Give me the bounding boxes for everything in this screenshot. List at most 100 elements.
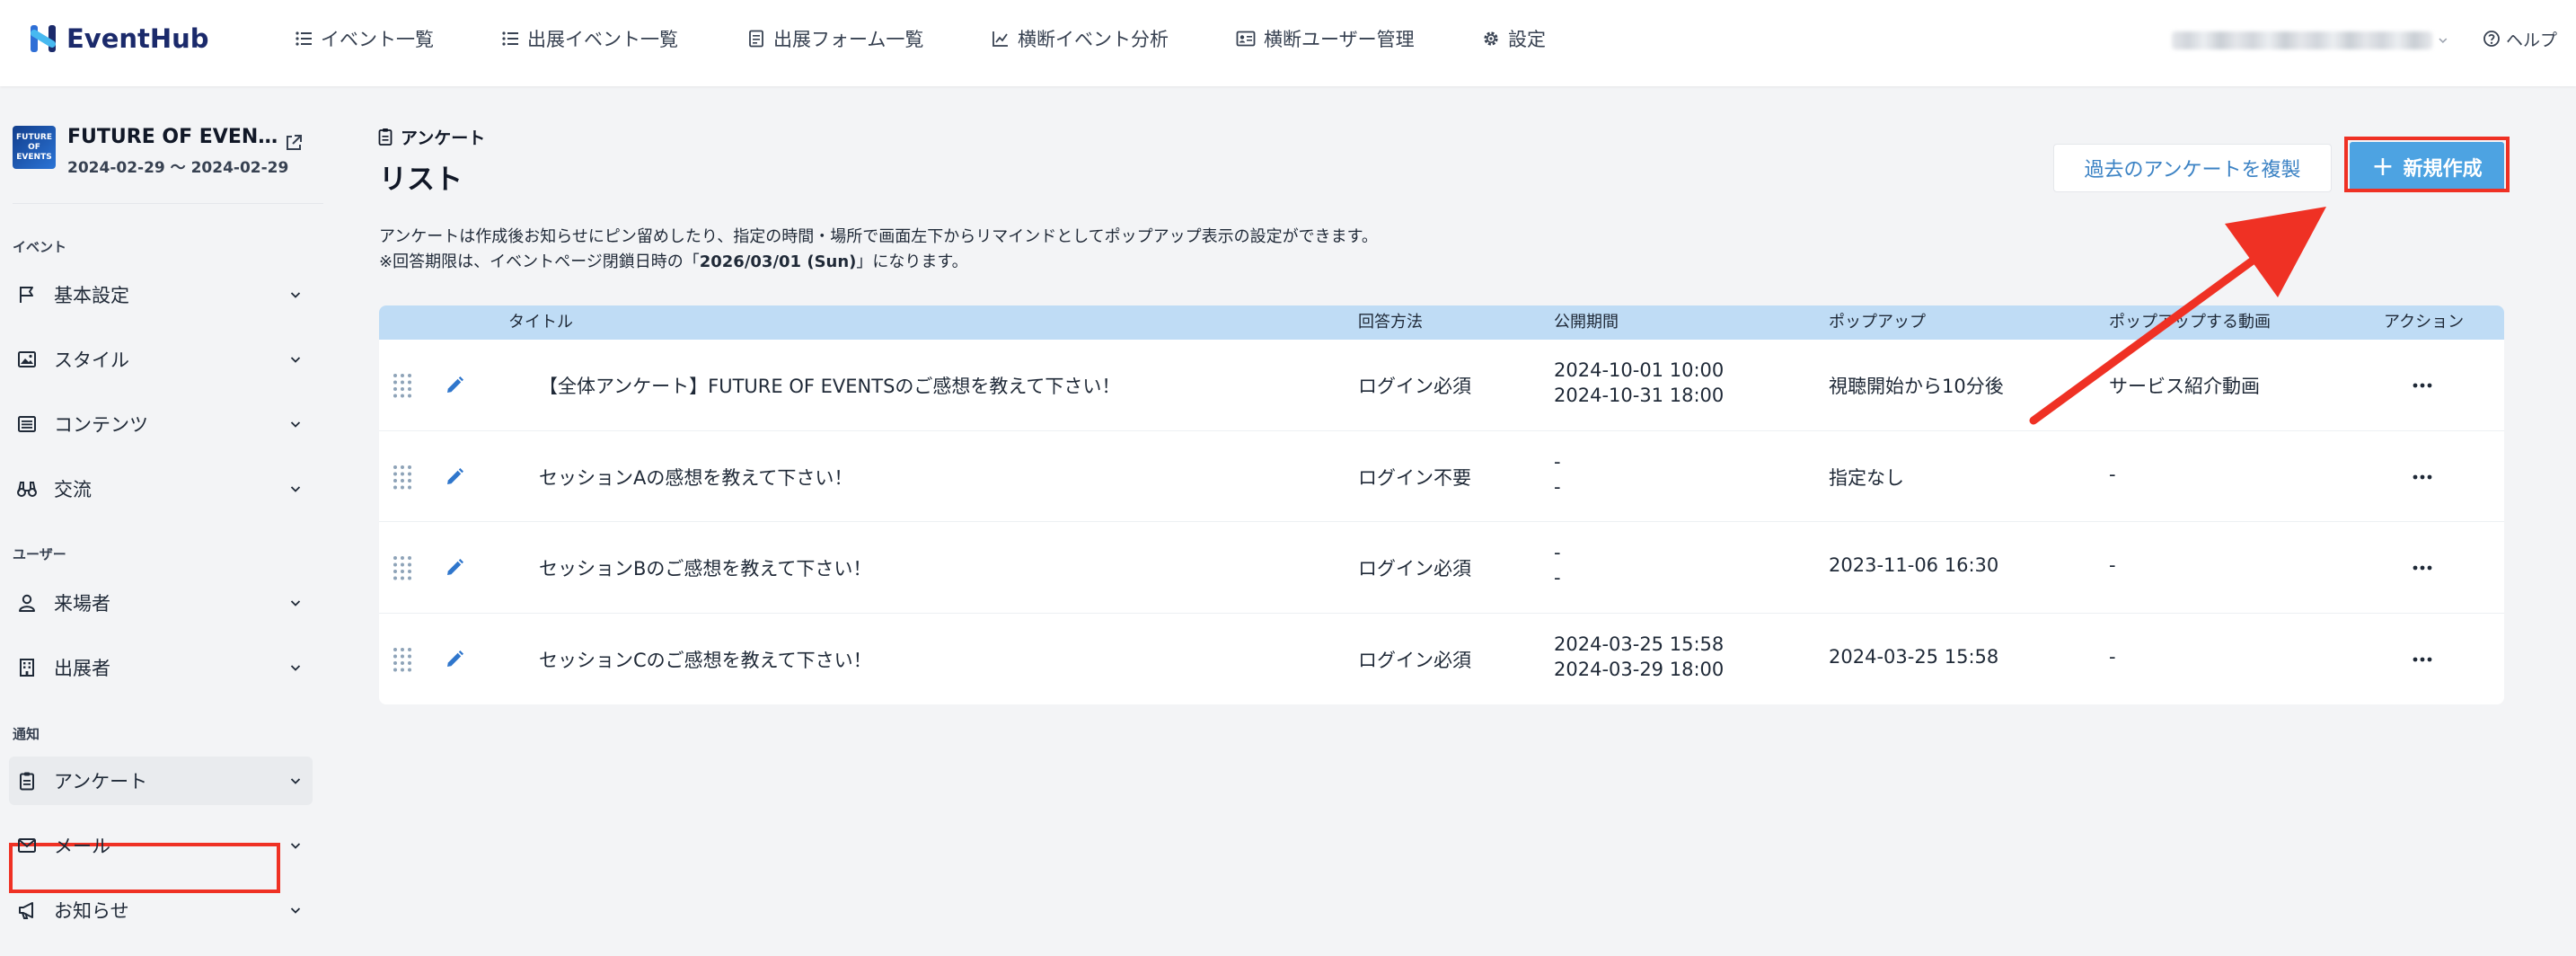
mail-icon [18,838,36,853]
sidebar-item-label: 交流 [54,479,92,500]
sidebar-item-visitors[interactable]: 来場者 [9,579,313,627]
more-actions-icon[interactable] [2413,565,2432,571]
event-thumbnail: FUTURE OF EVENTS [13,126,56,169]
create-new-survey-button[interactable]: + 新規作成 [2350,142,2504,192]
list-icon [296,31,312,46]
sidebar-section-event: イベント [13,239,67,255]
cell-title[interactable]: セッションAの感想を教えて下さい！ [539,464,852,491]
cell-answer-method: ログイン必須 [1358,558,1471,580]
description-line-2: ※回答期限は、イベントページ閉鎖日時の「2026/03/01 (Sun)」になり… [379,250,1378,275]
page-title: リスト [379,164,463,196]
nav-label: 出展フォーム一覧 [773,29,924,50]
pencil-icon[interactable] [444,557,465,579]
nav-exhibit-form-list[interactable]: 出展フォーム一覧 [747,20,923,58]
table-header: タイトル 回答方法 公開期間 ポップアップ ポップアップする動画 アクション [379,305,2504,340]
cell-period-start: 2024-10-01 10:00 [1554,359,1725,381]
document-icon [749,30,763,48]
pencil-icon[interactable] [444,649,465,670]
more-actions-icon[interactable] [2413,383,2432,388]
cell-popup-video: - [2109,554,2116,576]
sidebar-item-contents[interactable]: コンテンツ [9,400,313,448]
nav-exhibit-event-list[interactable]: 出展イベント一覧 [501,20,678,58]
sidebar-item-label: スタイル [54,350,129,371]
sidebar-item-survey[interactable]: アンケート [9,757,313,805]
duplicate-past-survey-button[interactable]: 過去のアンケートを複製 [2053,144,2332,192]
building-icon [20,659,34,677]
nav-label: イベント一覧 [321,29,434,50]
pencil-icon[interactable] [444,375,465,396]
clipboard-icon [20,772,34,791]
sidebar-section-notification: 通知 [13,726,40,742]
list-box-icon [18,416,36,432]
breadcrumb-label: アンケート [401,128,486,148]
sidebar-item-mail[interactable]: メール [9,821,313,870]
chevron-down-icon [290,292,301,298]
header-popup-video: ポップアップする動画 [2109,313,2271,332]
drag-handle-icon[interactable] [392,554,413,581]
list-icon [502,31,518,46]
cell-answer-method: ログイン必須 [1358,376,1471,397]
cell-period-end: 2024-03-29 18:00 [1554,659,1725,680]
more-actions-icon[interactable] [2413,474,2432,480]
breadcrumb: アンケート [377,125,485,148]
chevron-down-icon [290,486,301,492]
nav-label: 横断ユーザー管理 [1264,29,1415,50]
nav-label: 出展イベント一覧 [527,29,678,50]
cell-period-start: - [1554,451,1561,473]
current-event: FUTURE OF EVENTS FUTURE OF EVENTS 2024-0… [13,126,318,180]
cell-popup-video: サービス紹介動画 [2109,376,2260,397]
chevron-down-icon [290,778,301,784]
user-name-blurred [2172,31,2433,49]
sidebar-item-label: アンケート [54,771,148,792]
sidebar-item-networking[interactable]: 交流 [9,465,313,513]
header-action: アクション [2384,313,2465,332]
sidebar-item-exhibitors[interactable]: 出展者 [9,643,313,692]
external-link-icon[interactable] [284,133,304,153]
nav-label: 横断イベント分析 [1018,29,1169,50]
more-actions-icon[interactable] [2413,657,2432,662]
sidebar: FUTURE OF EVENTS FUTURE OF EVENTS 2024-0… [0,86,323,956]
event-date-range: 2024-02-29 〜 2024-02-29 [67,159,289,177]
cell-popup-video: - [2109,464,2116,485]
sidebar-item-label: 来場者 [54,593,110,615]
drag-handle-icon[interactable] [392,464,413,491]
sidebar-item-style[interactable]: スタイル [9,335,313,384]
drag-handle-icon[interactable] [392,372,413,399]
cell-popup: 視聴開始から10分後 [1829,376,2004,397]
pencil-icon[interactable] [444,466,465,488]
drag-handle-icon[interactable] [392,646,413,673]
id-card-icon [1236,31,1256,47]
survey-table: タイトル 回答方法 公開期間 ポップアップ ポップアップする動画 アクション 【… [379,305,2504,704]
sidebar-divider [13,203,323,204]
chevron-down-icon [290,665,301,671]
cell-answer-method: ログイン不要 [1358,467,1471,489]
logo-text: EventHub [66,23,209,54]
nav-label: 設定 [1508,29,1546,50]
chevron-down-icon [2439,38,2448,44]
description-suffix: 」になります。 [856,252,968,271]
cell-popup-video: - [2109,646,2116,668]
cell-title[interactable]: 【全体アンケート】FUTURE OF EVENTSのご感想を教えて下さい！ [539,372,1120,399]
nav-cross-event-analysis[interactable]: 横断イベント分析 [992,20,1169,58]
cell-title[interactable]: セッションCのご感想を教えて下さい！ [539,646,872,673]
plus-icon: + [2371,151,2395,182]
cell-title[interactable]: セッションBのご感想を教えて下さい！ [539,554,871,581]
table-row: 【全体アンケート】FUTURE OF EVENTSのご感想を教えて下さい！ ログ… [379,340,2504,430]
nav-event-list[interactable]: イベント一覧 [295,20,434,58]
top-navigation: EventHub イベント一覧 出展イベント一覧 出展フォーム一覧 横断イベント… [0,0,2576,86]
sidebar-item-label: 基本設定 [54,285,129,306]
sidebar-item-basic-settings[interactable]: 基本設定 [9,270,313,319]
table-row: セッションCのご感想を教えて下さい！ ログイン必須 2024-03-25 15:… [379,613,2504,704]
sidebar-item-announcements[interactable]: お知らせ [9,886,313,934]
sidebar-item-label: コンテンツ [54,414,148,436]
cell-period-start: 2024-03-25 15:58 [1554,633,1725,655]
help-link[interactable]: ヘルプ [2483,20,2557,58]
cell-period-end: - [1554,567,1561,589]
user-menu[interactable] [2172,25,2448,56]
image-icon [18,351,36,367]
eventhub-logo[interactable]: EventHub [27,20,209,58]
nav-settings[interactable]: 設定 [1482,20,1546,58]
nav-cross-user-management[interactable]: 横断ユーザー管理 [1236,20,1415,58]
cell-period-start: - [1554,542,1561,563]
megaphone-icon [19,902,33,919]
